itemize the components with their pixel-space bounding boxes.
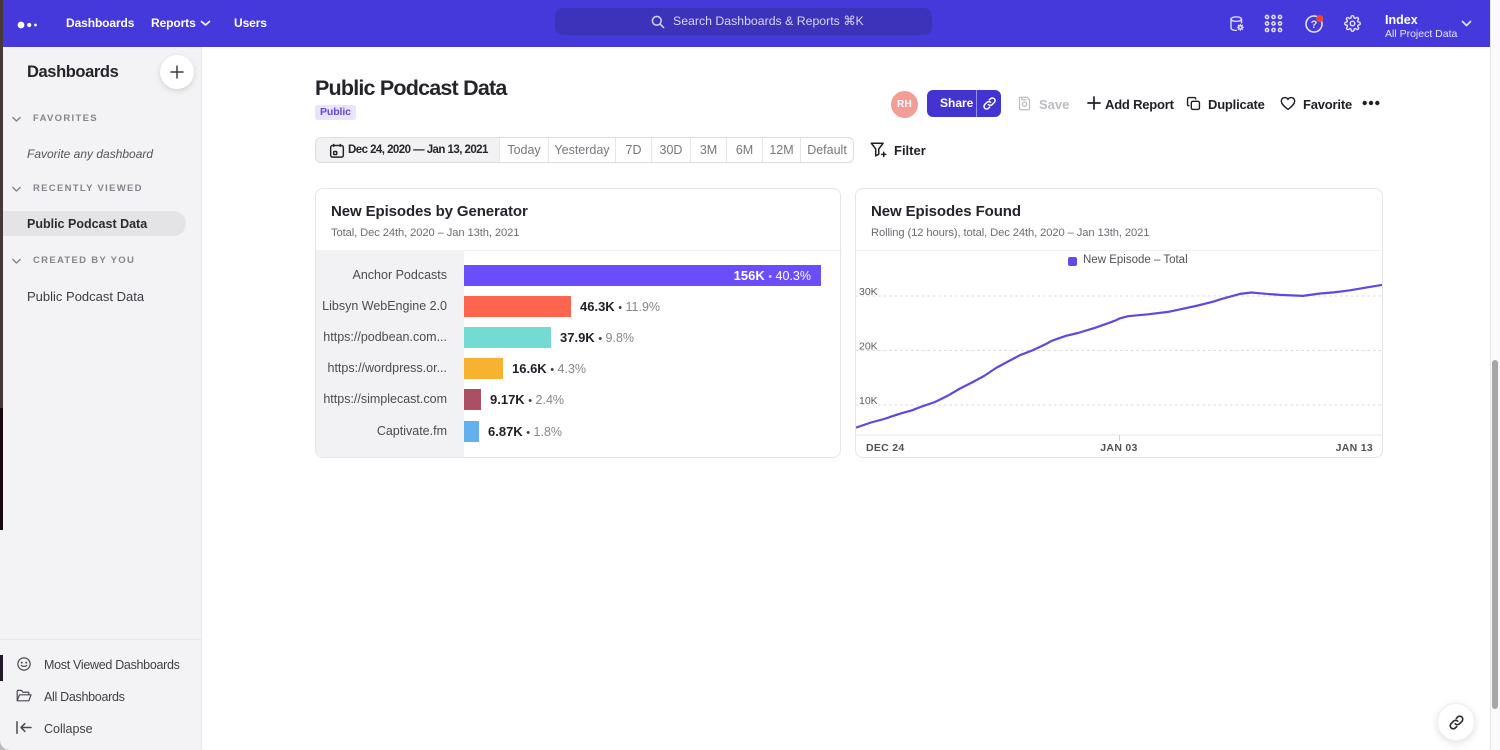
svg-text:DEC 24: DEC 24	[866, 442, 905, 454]
svg-text:30K: 30K	[859, 286, 878, 298]
svg-text:JAN 13: JAN 13	[1336, 442, 1373, 454]
svg-text:10K: 10K	[859, 395, 878, 407]
svg-text:20K: 20K	[859, 341, 878, 353]
svg-text:?: ?	[1311, 19, 1318, 31]
svg-text:JAN 03: JAN 03	[1100, 442, 1137, 454]
